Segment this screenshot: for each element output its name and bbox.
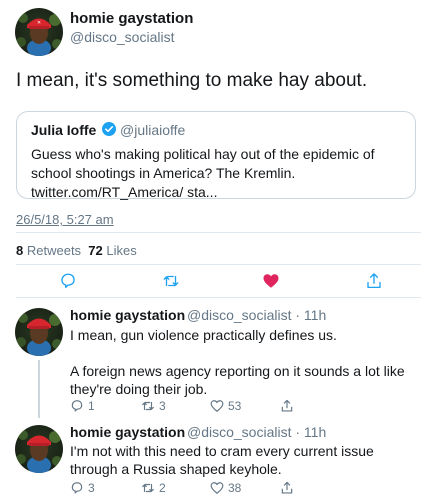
reply-icon	[71, 482, 83, 494]
reply-text: A foreign news agency reporting on it so…	[70, 363, 405, 397]
retweet-icon[interactable]	[162, 272, 180, 290]
quoted-tweet[interactable]: Julia Ioffe @juliaioffe Guess who's maki…	[16, 111, 416, 200]
verified-badge-icon	[102, 122, 116, 136]
reply-button[interactable]: 3	[70, 481, 95, 495]
reply-author-name[interactable]: homie gaystation	[70, 307, 185, 323]
like-count: 38	[228, 481, 242, 495]
avatar[interactable]: ✕	[15, 8, 63, 56]
reply-button[interactable]: 1	[70, 399, 95, 413]
reply-author-handle[interactable]: @disco_socialist · 11h	[187, 307, 326, 323]
like-count: 53	[228, 399, 242, 413]
share-icon	[281, 399, 293, 412]
author-handle[interactable]: @disco_socialist	[70, 29, 174, 45]
reply-icon	[71, 400, 83, 412]
avatar[interactable]	[15, 425, 63, 473]
reply-text: I'm not with this need to cram every cur…	[70, 443, 374, 477]
share-button[interactable]	[280, 399, 294, 413]
divider	[16, 297, 421, 298]
tweet-text: I mean, it's something to make hay about…	[16, 70, 368, 91]
quoted-author-handle: @juliaioffe	[120, 122, 186, 138]
retweet-button[interactable]: 3	[141, 399, 166, 413]
divider	[16, 232, 421, 233]
heart-icon	[210, 482, 224, 494]
retweet-icon	[142, 401, 154, 411]
reply-count: 3	[88, 481, 95, 495]
svg-text:✕: ✕	[37, 20, 41, 26]
reply-icon[interactable]	[59, 272, 77, 290]
quoted-author-name: Julia Ioffe	[31, 122, 97, 138]
retweet-count: 3	[159, 399, 166, 413]
retweet-count[interactable]: 8	[16, 243, 23, 258]
tweet-timestamp[interactable]: 26/5/18, 5:27 am	[16, 212, 114, 227]
avatar[interactable]	[15, 308, 63, 356]
reply-count: 1	[88, 399, 95, 413]
thread-connector	[38, 360, 40, 418]
reply-text: I mean, gun violence practically defines…	[70, 327, 337, 343]
share-icon[interactable]	[365, 272, 383, 290]
retweet-count: 2	[159, 481, 166, 495]
author-name[interactable]: homie gaystation	[70, 10, 193, 27]
like-button[interactable]: 53	[210, 399, 241, 413]
retweet-icon	[142, 483, 154, 493]
retweet-button[interactable]: 2	[141, 481, 166, 495]
like-button[interactable]: 38	[210, 481, 241, 495]
reply-author-name[interactable]: homie gaystation	[70, 424, 185, 440]
share-button[interactable]	[280, 481, 294, 495]
divider	[16, 264, 421, 265]
heart-icon[interactable]	[262, 272, 280, 290]
like-count[interactable]: 72	[88, 243, 102, 258]
heart-icon	[210, 400, 224, 412]
quoted-tweet-text: Guess who's making political hay out of …	[31, 146, 375, 200]
reply-author-handle[interactable]: @disco_socialist · 11h	[187, 424, 326, 440]
retweet-label[interactable]: Retweets	[27, 243, 81, 258]
like-label[interactable]: Likes	[106, 243, 136, 258]
share-icon	[281, 481, 293, 494]
engagement-stats: 8 Retweets 72 Likes	[16, 243, 137, 258]
